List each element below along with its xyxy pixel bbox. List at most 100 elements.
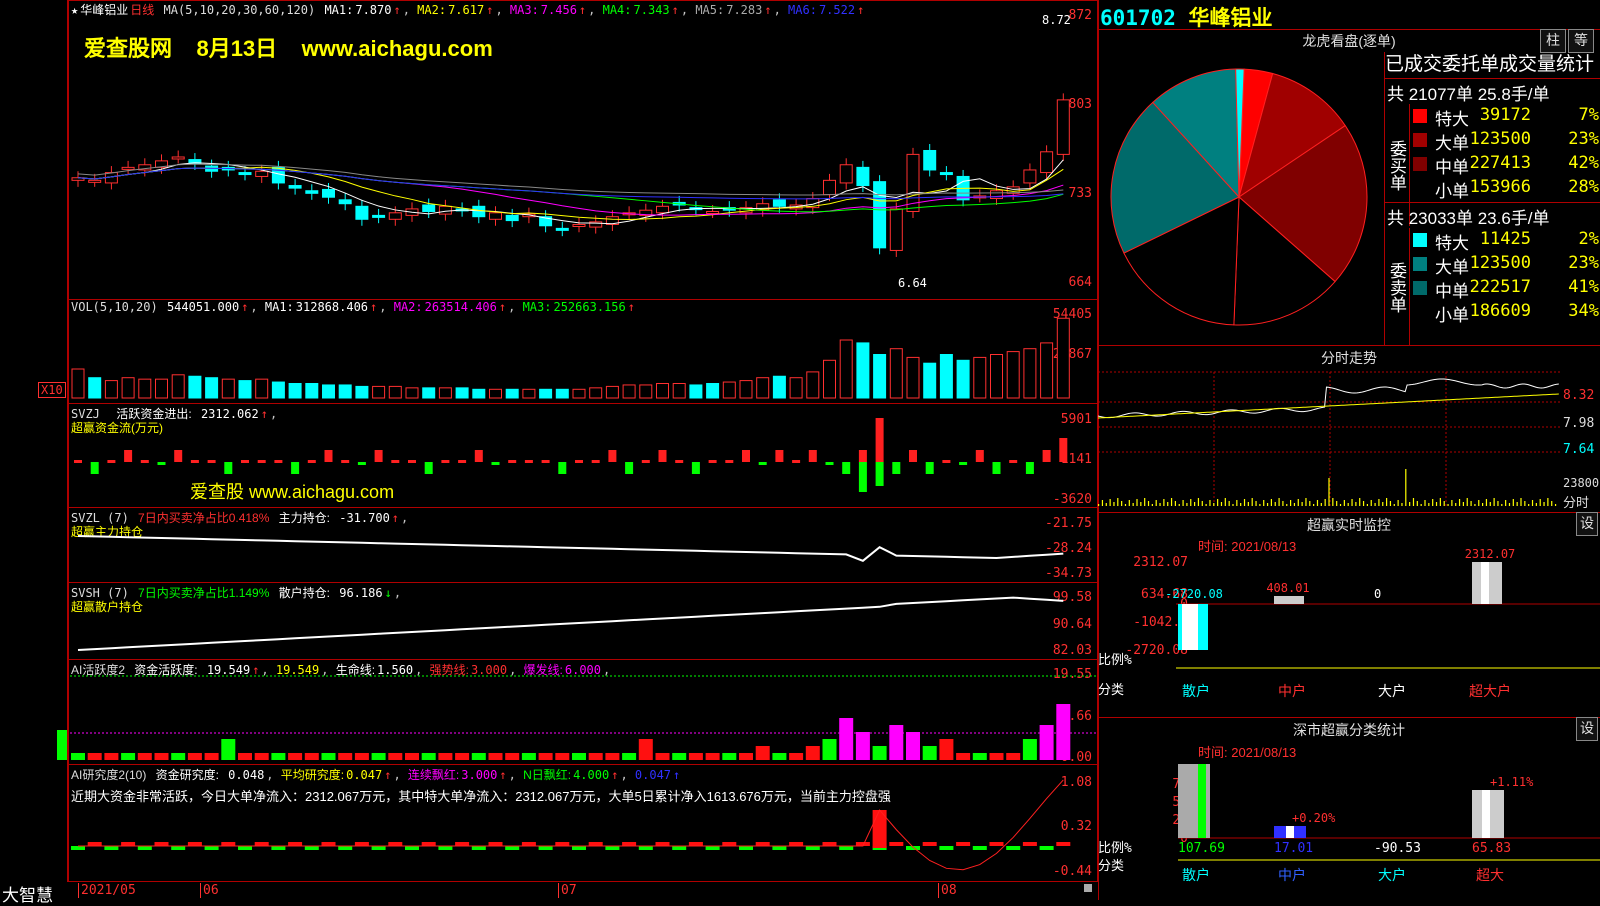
- volume-bar: [255, 378, 269, 399]
- intraday-vol-bar: [1228, 501, 1230, 506]
- volume-bar: [372, 385, 386, 399]
- intraday-vol-bar: [1305, 498, 1307, 506]
- research-bar: [839, 846, 854, 850]
- research-bar: [388, 842, 403, 846]
- lhb-title: 龙虎看盘(逐单): [1302, 33, 1396, 49]
- intraday-chart[interactable]: [1097, 370, 1562, 510]
- activity-bar: [87, 753, 102, 760]
- volume-bar: [756, 377, 770, 399]
- activity-bar: [288, 753, 303, 760]
- candle: [656, 205, 669, 214]
- buy-summary: 共 21077单 25.8手/单: [1387, 85, 1550, 104]
- activity-bar: [906, 732, 920, 760]
- activity-bar: [588, 753, 603, 760]
- candle: [238, 172, 252, 176]
- order-volume: 186609: [1469, 301, 1531, 321]
- color-swatch: [1413, 281, 1427, 295]
- intraday-vol-bar: [1247, 502, 1249, 506]
- equal-view-button[interactable]: 等: [1568, 29, 1594, 53]
- intraday-vol-bar: [1117, 498, 1119, 506]
- intraday-vol-bar: [1332, 498, 1334, 506]
- intraday-vol-bar: [1378, 499, 1380, 506]
- flow-bar: [858, 462, 867, 492]
- candle: [372, 214, 386, 218]
- color-swatch: [1413, 305, 1427, 319]
- intraday-vol-bar: [1201, 501, 1203, 506]
- chart-area[interactable]: 872 803 733 664 54405 26867 X10 5901 114…: [0, 0, 1098, 905]
- lock-icon[interactable]: [1084, 884, 1092, 892]
- volume-bar: [1056, 317, 1070, 399]
- shenzhen-settings-button[interactable]: 设: [1576, 717, 1598, 741]
- activity-bar: [121, 753, 136, 760]
- intraday-vol-bar: [1382, 502, 1384, 506]
- flow-bar: [324, 450, 333, 462]
- flow-bar: [825, 462, 834, 465]
- shenzhen-bar: [1198, 764, 1206, 838]
- research-bar: [672, 846, 687, 850]
- order-row: 中单 222517 41%: [1411, 276, 1600, 301]
- order-volume: 222517: [1469, 277, 1531, 297]
- intraday-vol-bar: [1170, 498, 1173, 506]
- side-panel: 601702 华峰铝业 龙虎看盘(逐单) 柱 等 已成交委托单成交量统计 共 2…: [1097, 0, 1600, 900]
- candle: [438, 205, 452, 215]
- activity-bar: [956, 753, 971, 760]
- intraday-vol-bar: [1474, 504, 1476, 506]
- activity-bar: [939, 739, 954, 760]
- bar-view-button[interactable]: 柱: [1540, 29, 1566, 53]
- brand-label: 大智慧: [2, 886, 53, 905]
- color-swatch: [1413, 109, 1427, 123]
- monitor-settings-button[interactable]: 设: [1576, 512, 1598, 536]
- candle: [472, 205, 486, 218]
- volume-bar: [338, 384, 352, 399]
- research-bar: [989, 842, 1004, 846]
- average-line: [1097, 393, 1559, 419]
- research-bar: [521, 842, 536, 846]
- activity-bar: [722, 753, 737, 760]
- volume-bar: [522, 388, 536, 399]
- research-bar: [772, 846, 787, 850]
- indicator-charts[interactable]: [0, 0, 1098, 882]
- activity-bar: [204, 753, 219, 760]
- research-bar: [956, 842, 971, 846]
- volume-bar: [171, 374, 185, 399]
- volume-bar: [706, 383, 720, 399]
- candle: [923, 149, 937, 171]
- intraday-vol-bar: [1401, 503, 1403, 506]
- research-bar: [421, 842, 436, 846]
- flow-bar: [1009, 460, 1018, 463]
- intraday-vol-bar: [1282, 501, 1284, 506]
- shenzhen-bar: [1286, 826, 1294, 838]
- research-bar: [221, 842, 236, 846]
- volume-bar: [438, 387, 452, 399]
- flow-bar: [291, 462, 300, 474]
- intraday-vol-bar: [1512, 499, 1514, 506]
- volume-bar: [739, 380, 753, 399]
- candle: [1023, 169, 1037, 184]
- volume-bar: [589, 387, 603, 399]
- category-name: 超大户: [1469, 683, 1511, 700]
- volume-bar: [455, 387, 469, 399]
- intraday-vol-bar: [1336, 501, 1338, 506]
- intraday-vol-bar: [1412, 498, 1415, 506]
- divider: [1385, 202, 1600, 203]
- activity-bar: [855, 732, 870, 760]
- research-bar: [505, 846, 520, 850]
- intraday-vol-bar: [1478, 500, 1480, 506]
- activity-bar: [488, 753, 503, 760]
- volume-bar: [88, 377, 102, 399]
- intraday-vol-bar: [1528, 504, 1530, 506]
- research-bar: [321, 842, 336, 846]
- intraday-vol-bar: [1343, 500, 1345, 506]
- activity-bar: [388, 753, 403, 760]
- intraday-vol-bar: [1443, 501, 1445, 506]
- research-bar: [688, 842, 703, 846]
- activity-bar: [471, 753, 486, 760]
- volume-bar: [990, 354, 1003, 399]
- candle: [889, 208, 903, 251]
- lhb-table: 已成交委托单成交量统计 共 21077单 25.8手/单 委买单 特大 39172…: [1384, 52, 1600, 346]
- research-bar: [588, 842, 603, 846]
- stock-name: 华峰铝业: [1188, 7, 1273, 30]
- intraday-vol-bar: [1274, 502, 1276, 506]
- order-row: 特大 39172 7%: [1411, 104, 1600, 129]
- activity-bar: [538, 753, 553, 760]
